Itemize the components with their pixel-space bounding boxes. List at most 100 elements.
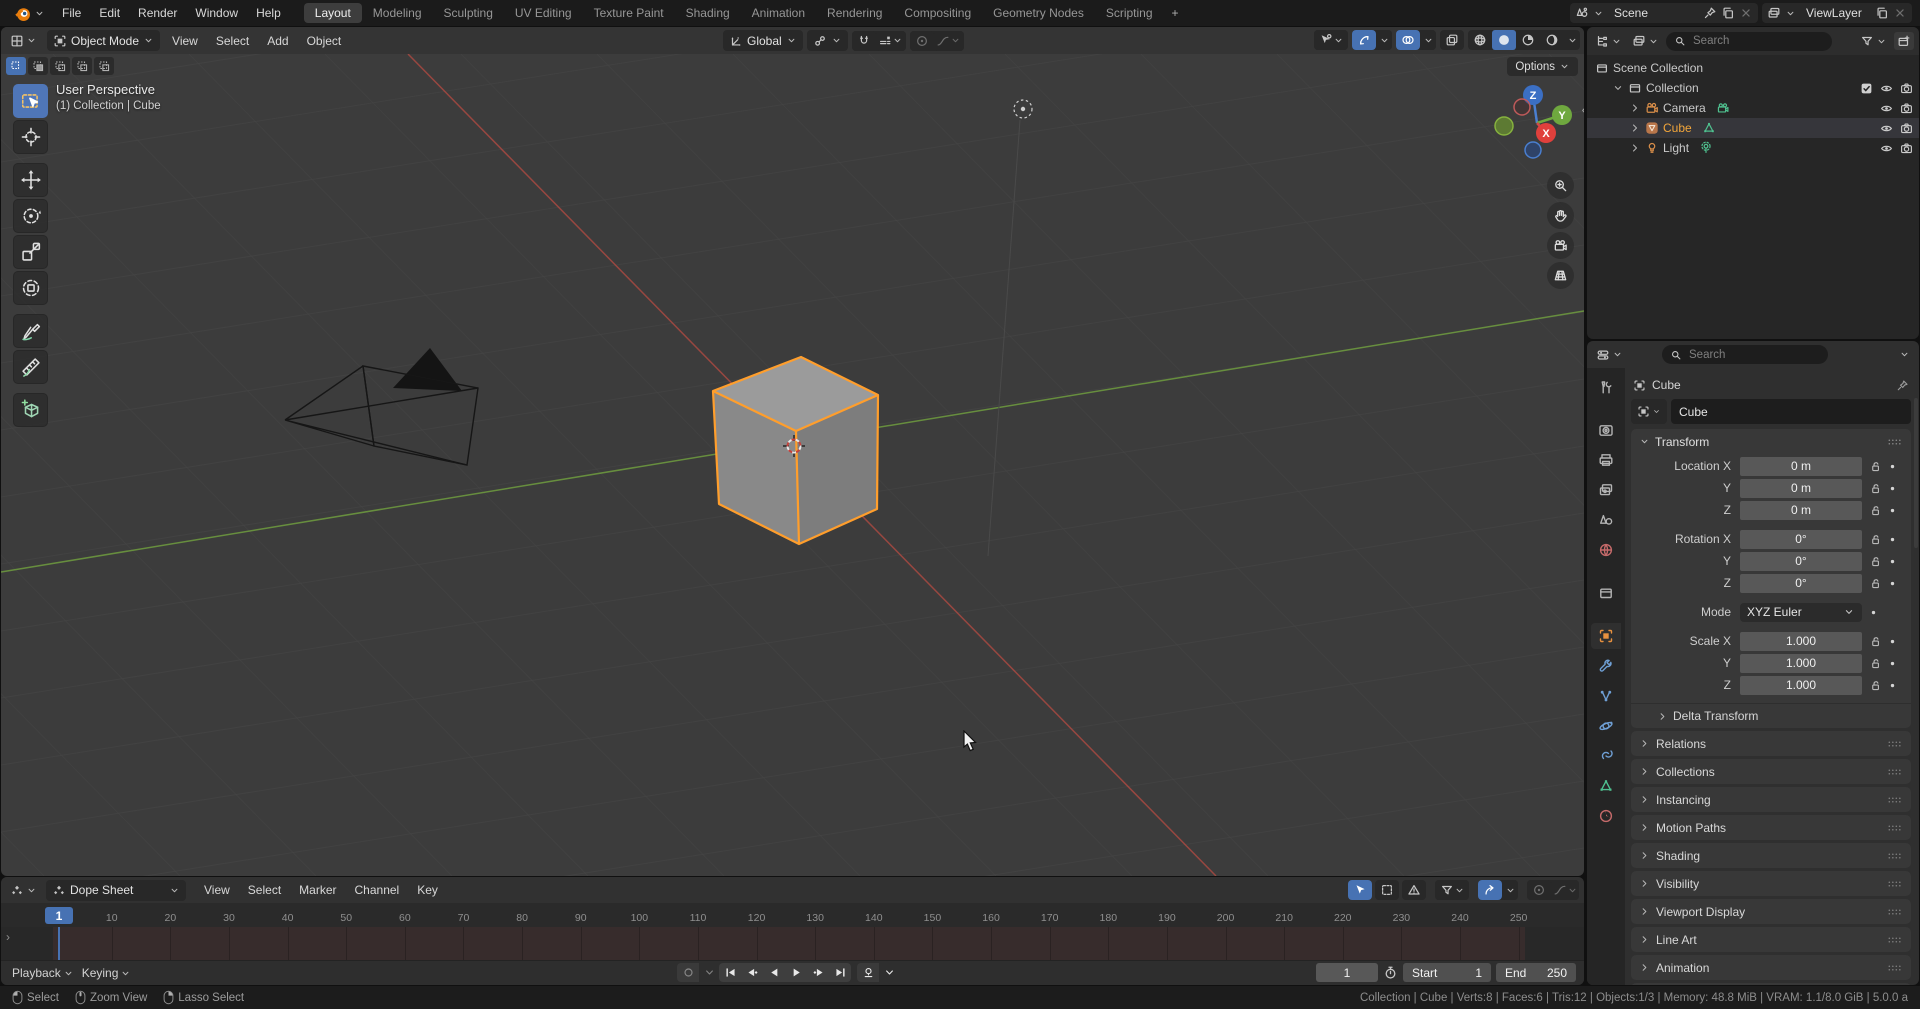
drag-handle-icon[interactable] [1887, 961, 1903, 975]
cube-object[interactable] [711, 355, 880, 546]
menu-help[interactable]: Help [247, 4, 290, 22]
pan-view-button[interactable] [1547, 202, 1574, 229]
overlays-toggle[interactable] [1396, 30, 1420, 50]
pin-icon[interactable] [1703, 6, 1717, 20]
panel-motion-paths[interactable]: Motion Paths [1631, 815, 1911, 840]
workspace-tab-animation[interactable]: Animation [741, 3, 816, 23]
outliner-row-collection[interactable]: Collection [1587, 78, 1919, 98]
drag-handle-icon[interactable] [1887, 905, 1903, 919]
proportional-falloff-dropdown[interactable] [1551, 880, 1579, 900]
properties-tab-physics[interactable] [1591, 713, 1621, 739]
animate-dot-icon[interactable] [1888, 462, 1897, 471]
lock-open-icon[interactable] [1869, 533, 1882, 546]
add-workspace-button[interactable]: + [1164, 4, 1187, 22]
drag-handle-icon[interactable] [1887, 849, 1903, 863]
view-layer-selector[interactable]: ViewLayer [1762, 3, 1912, 23]
workspace-tab-modeling[interactable]: Modeling [362, 3, 433, 23]
outliner-row-scene-collection[interactable]: Scene Collection [1587, 58, 1919, 78]
transform-value-field[interactable]: 0° [1740, 529, 1862, 549]
region-collapse-arrow[interactable]: ‹ [1582, 102, 1584, 117]
properties-tab-particles[interactable] [1591, 683, 1621, 709]
properties-tab-tool[interactable] [1591, 374, 1621, 400]
snap-settings-dropdown[interactable] [875, 30, 906, 51]
shading-wireframe-button[interactable] [1468, 30, 1492, 50]
lock-open-icon[interactable] [1869, 635, 1882, 648]
select-mode-invert[interactable] [72, 57, 92, 75]
viewport-menu-select[interactable]: Select [207, 32, 258, 50]
drag-handle-icon[interactable] [1887, 793, 1903, 807]
render-visibility-icon[interactable] [1900, 142, 1913, 155]
options-button[interactable]: Options [1507, 57, 1578, 76]
gizmo-minus-x-axis[interactable] [1513, 98, 1531, 116]
start-frame-field[interactable]: Start 1 [1403, 963, 1491, 982]
gizmos-toggle[interactable] [1352, 30, 1376, 50]
shading-rendered-button[interactable] [1540, 30, 1564, 50]
tool-select-box-button[interactable] [13, 84, 48, 118]
lock-open-icon[interactable] [1869, 504, 1882, 517]
viewport-menu-object[interactable]: Object [298, 32, 351, 50]
animate-dot-icon[interactable] [1888, 506, 1897, 515]
filter-dropdown[interactable] [1435, 880, 1469, 900]
properties-tab-view-layer[interactable] [1591, 477, 1621, 503]
play-reverse-button[interactable] [763, 963, 785, 982]
properties-editor-type-button[interactable] [1593, 346, 1626, 364]
panel-animation[interactable]: Animation [1631, 955, 1911, 980]
drag-handle-icon[interactable] [1887, 737, 1903, 751]
jump-to-start-button[interactable] [719, 963, 741, 982]
auto-keying-dropdown[interactable] [882, 963, 896, 982]
properties-tab-object[interactable] [1591, 623, 1621, 649]
pivot-point-dropdown[interactable] [806, 30, 848, 51]
camera-view-button[interactable] [1547, 232, 1574, 259]
transform-value-field[interactable]: 0° [1740, 573, 1862, 593]
end-frame-field[interactable]: End 250 [1496, 963, 1576, 982]
select-mode-extend[interactable] [28, 57, 48, 75]
play-button[interactable] [785, 963, 807, 982]
panel-viewport-display[interactable]: Viewport Display [1631, 899, 1911, 924]
channel-expander[interactable]: › [6, 930, 10, 944]
outliner-row-cube[interactable]: Cube [1587, 118, 1919, 138]
gizmos-dropdown[interactable] [1376, 30, 1392, 50]
workspace-tab-scripting[interactable]: Scripting [1095, 3, 1164, 23]
lock-open-icon[interactable] [1869, 577, 1882, 590]
hide-channels-toggle[interactable] [1375, 880, 1399, 900]
properties-tab-modifiers[interactable] [1591, 653, 1621, 679]
outliner-display-mode-button[interactable] [1592, 32, 1625, 50]
proportional-falloff-dropdown[interactable] [933, 30, 964, 51]
drag-handle-icon[interactable] [1887, 877, 1903, 891]
rotation-mode-dropdown[interactable]: XYZ Euler [1740, 602, 1862, 622]
dope-sheet-menu-key[interactable]: Key [408, 881, 447, 899]
close-icon[interactable] [1893, 6, 1907, 20]
render-visibility-icon[interactable] [1900, 102, 1913, 115]
show-errors-toggle[interactable] [1402, 880, 1426, 900]
timeline-ruler[interactable]: 1 10 20 30 40 50 60 70 80 90 100 110 120 130 140 150 16… [1, 903, 1584, 927]
playhead-line[interactable] [58, 927, 60, 960]
gizmo-minus-z-axis[interactable] [1524, 141, 1542, 159]
drag-handle-icon[interactable] [1887, 821, 1903, 835]
dope-sheet-mode-dropdown[interactable]: Dope Sheet [46, 879, 186, 901]
duplicate-icon[interactable] [1721, 6, 1735, 20]
editor-type-button[interactable] [7, 32, 40, 50]
panel-relations[interactable]: Relations [1631, 731, 1911, 756]
tool-add-cube-button[interactable] [13, 393, 48, 427]
lock-open-icon[interactable] [1869, 460, 1882, 473]
pin-icon[interactable] [1896, 379, 1909, 392]
menu-file[interactable]: File [53, 4, 90, 22]
jump-to-end-button[interactable] [829, 963, 851, 982]
select-mode-intersect[interactable] [94, 57, 114, 75]
outliner-search[interactable] [1666, 31, 1832, 51]
tool-scale-button[interactable] [13, 235, 48, 269]
lock-open-icon[interactable] [1869, 555, 1882, 568]
properties-search[interactable] [1662, 345, 1828, 364]
panel-line-art[interactable]: Line Art [1631, 927, 1911, 952]
viewport-canvas[interactable]: Options User Perspective (1) Collection … [1, 54, 1584, 876]
eye-visibility-icon[interactable] [1880, 82, 1893, 95]
object-id-dropdown[interactable] [1631, 399, 1667, 424]
properties-tab-collection[interactable] [1591, 580, 1621, 606]
dope-sheet-menu-marker[interactable]: Marker [290, 881, 345, 899]
mode-dropdown[interactable]: Object Mode [47, 30, 161, 51]
duplicate-icon[interactable] [1875, 6, 1889, 20]
chevron-right-icon[interactable] [1629, 142, 1641, 154]
chevron-down-icon[interactable] [1612, 82, 1624, 94]
select-mode-subtract[interactable] [50, 57, 70, 75]
properties-tab-render[interactable] [1591, 417, 1621, 443]
